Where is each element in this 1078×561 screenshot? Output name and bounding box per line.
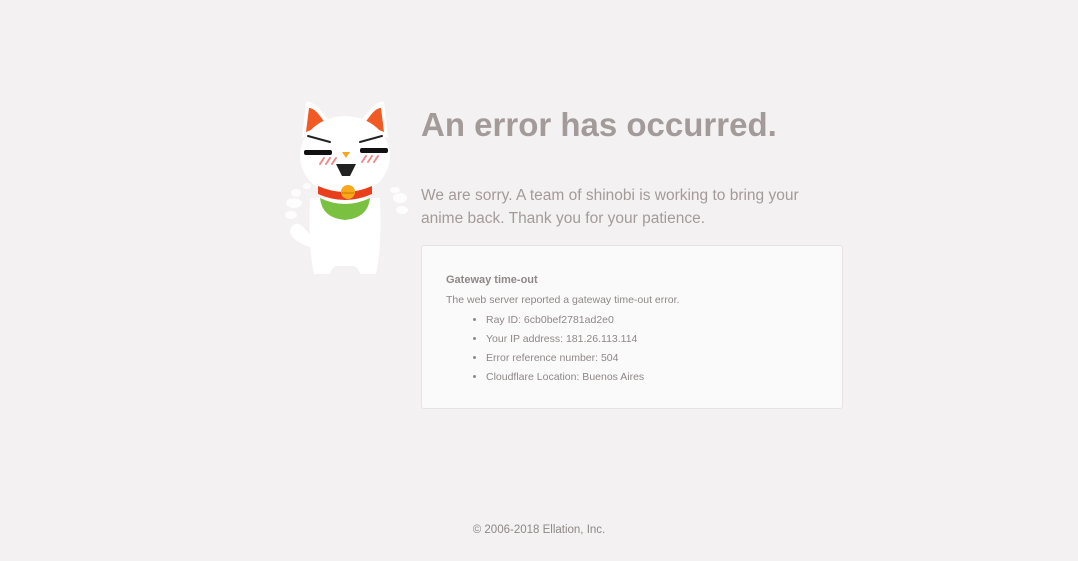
lucky-cat-icon bbox=[285, 101, 408, 274]
apology-message: We are sorry. A team of shinobi is worki… bbox=[421, 187, 799, 227]
page-title: An error has occurred. bbox=[421, 106, 777, 143]
error-heading: Gateway time-out bbox=[446, 274, 538, 286]
ip-address-item: Your IP address: 181.26.113.114 bbox=[486, 330, 818, 349]
cloudflare-location-item: Cloudflare Location: Buenos Aires bbox=[486, 368, 818, 387]
ray-id-item: Ray ID: 6cb0bef2781ad2e0 bbox=[486, 311, 818, 330]
error-reference-item: Error reference number: 504 bbox=[486, 349, 818, 368]
error-description: The web server reported a gateway time-o… bbox=[446, 294, 680, 306]
error-page: An error has occurred. We are sorry. A t… bbox=[0, 0, 1078, 561]
error-details-box: Gateway time-out The web server reported… bbox=[421, 245, 843, 409]
error-details-list: Ray ID: 6cb0bef2781ad2e0 Your IP address… bbox=[446, 311, 818, 387]
error-content: An error has occurred. We are sorry. A t… bbox=[421, 104, 845, 230]
footer-copyright: © 2006-2018 Ellation, Inc. bbox=[472, 524, 606, 536]
